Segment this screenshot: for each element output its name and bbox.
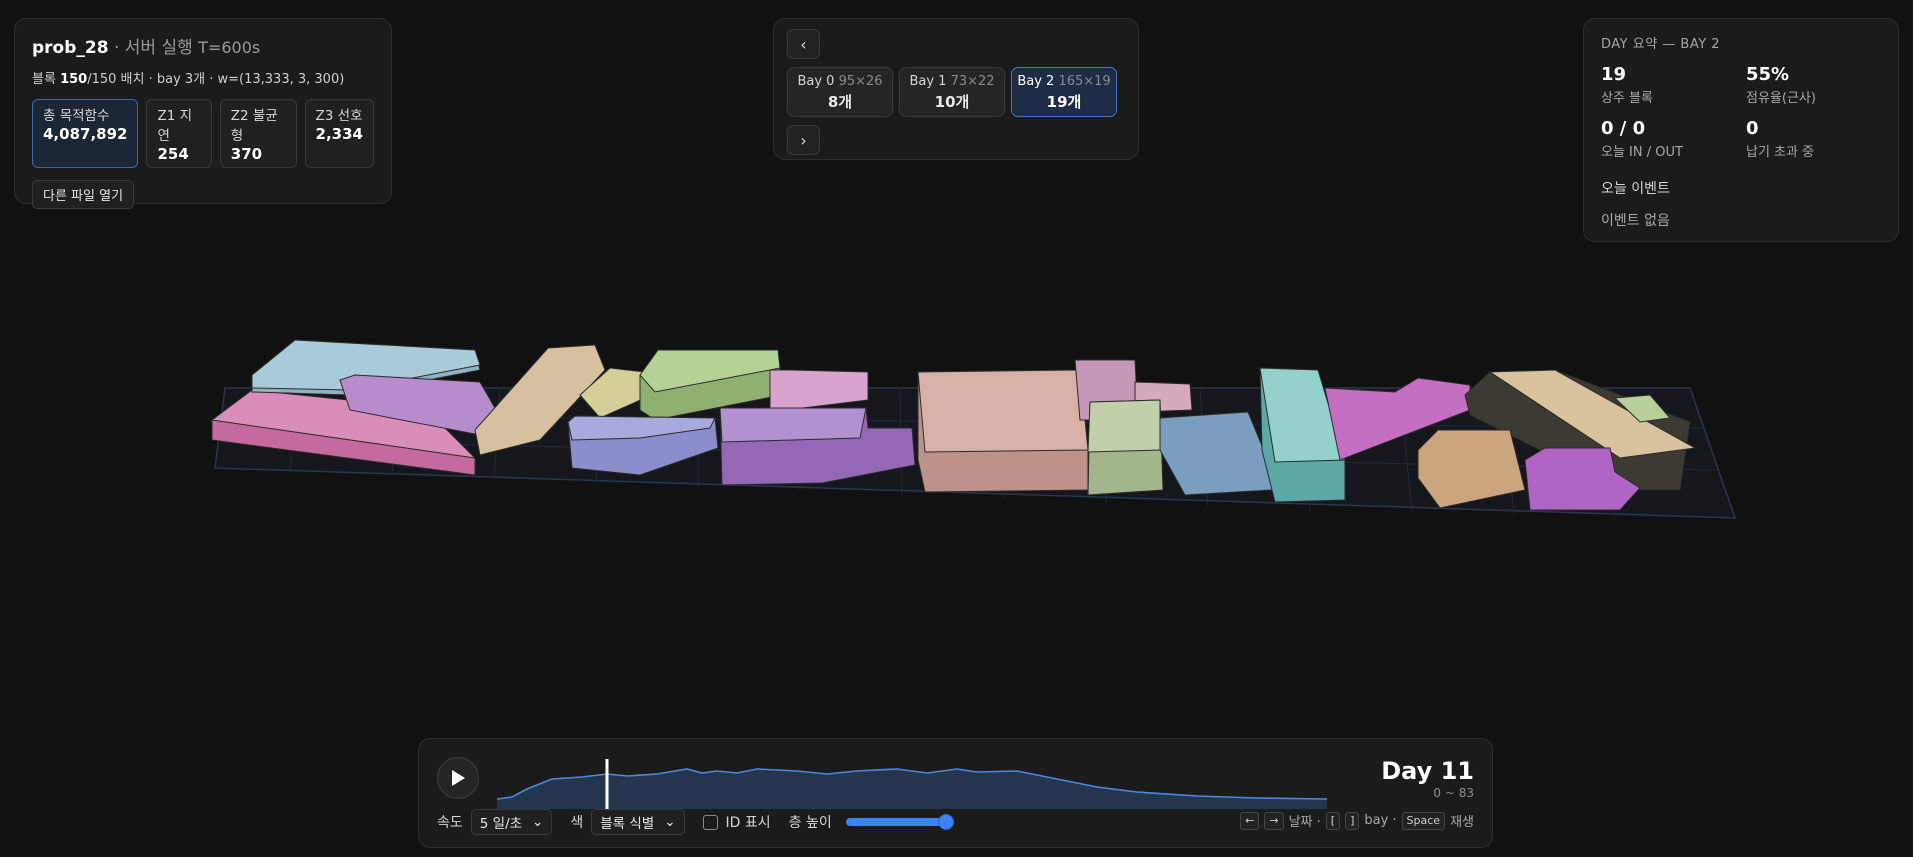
stat-label: Z1 지연 bbox=[157, 108, 193, 144]
prev-bay-button[interactable]: ‹ bbox=[787, 29, 820, 59]
run-info-panel: prob_28 · 서버 실행 T=600s 블록 150/150 배치 · b… bbox=[14, 18, 392, 209]
play-icon bbox=[452, 770, 465, 786]
color-label: 색 bbox=[570, 815, 584, 831]
metric-label: 점유율(근사) bbox=[1746, 91, 1816, 106]
bracket-close-key: ] bbox=[1345, 811, 1360, 830]
id-toggle-label: ID 표시 bbox=[725, 815, 771, 831]
blocks-label: 블록 bbox=[32, 72, 56, 87]
summary-title: DAY 요약 — BAY 2 bbox=[1601, 37, 1721, 52]
bay-2-button[interactable]: Bay 2 165×19 19개 bbox=[1011, 67, 1117, 117]
color-mode-select[interactable]: 블록 식별 ⌄ bbox=[591, 809, 685, 835]
objective-stats: 총 목적함수 4,087,892 Z1 지연 254 Z2 불균형 370 Z3… bbox=[32, 99, 374, 168]
next-bay-button[interactable]: › bbox=[787, 125, 820, 155]
playback-controls: 속도 5 일/초 ⌄ 색 블록 식별 ⌄ ID 표시 층 높이 bbox=[437, 809, 954, 835]
stat-z1-delay[interactable]: Z1 지연 254 bbox=[146, 99, 212, 168]
bay-count: 19개 bbox=[1046, 93, 1082, 111]
stat-label: Z2 불균형 bbox=[230, 108, 278, 144]
bay-name: Bay 0 bbox=[797, 74, 835, 89]
bay-0-button[interactable]: Bay 0 95×26 8개 bbox=[787, 67, 893, 117]
bay-count: 8개 bbox=[827, 93, 853, 111]
events-heading: 오늘 이벤트 bbox=[1601, 181, 1670, 197]
open-file-button[interactable]: 다른 파일 열기 bbox=[32, 180, 135, 209]
day-cursor[interactable] bbox=[605, 759, 609, 809]
timeline-panel: Day 11 0 ~ 83 속도 5 일/초 ⌄ 색 블록 식별 ⌄ ID 표시… bbox=[418, 738, 1493, 848]
current-day: Day 11 bbox=[1381, 757, 1474, 785]
stat-value: 370 bbox=[230, 145, 263, 163]
stat-z3-preference[interactable]: Z3 선호 2,334 bbox=[304, 99, 374, 168]
bracket-open-key: [ bbox=[1325, 811, 1341, 830]
space-key: Space bbox=[1401, 811, 1446, 830]
stat-value: 4,087,892 bbox=[43, 125, 128, 143]
stat-value: 254 bbox=[157, 145, 189, 163]
stat-label: 총 목적함수 bbox=[43, 108, 110, 124]
blocks-total: /150 배치 · bay 3개 · w=(13,333, 3, 300) bbox=[87, 72, 345, 87]
metric-label: 상주 블록 bbox=[1601, 91, 1653, 106]
id-toggle-checkbox[interactable] bbox=[702, 814, 718, 830]
play-hint: 재생 bbox=[1450, 815, 1474, 830]
metric-label: 오늘 IN / OUT bbox=[1601, 145, 1683, 160]
bay-hint: bay · bbox=[1364, 813, 1397, 828]
bay-name: Bay 2 bbox=[1017, 74, 1055, 89]
placement-meta: 블록 150/150 배치 · bay 3개 · w=(13,333, 3, 3… bbox=[32, 68, 374, 87]
time-limit: T=600s bbox=[198, 38, 261, 57]
speed-select[interactable]: 5 일/초 ⌄ bbox=[470, 809, 553, 835]
layer-height-slider[interactable] bbox=[845, 814, 954, 830]
summary-metrics: 19 상주 블록 55% 점유율(근사) 0 / 0 오늘 IN / OUT 0… bbox=[1601, 64, 1881, 160]
bay-dims: 95×26 bbox=[838, 74, 883, 89]
stat-label: Z3 선호 bbox=[315, 108, 363, 124]
day-hint: 날짜 · bbox=[1288, 815, 1321, 830]
slider-thumb[interactable] bbox=[937, 814, 954, 830]
metric-value: 0 / 0 bbox=[1601, 118, 1646, 139]
chevron-down-icon: ⌄ bbox=[664, 814, 676, 830]
left-key: ← bbox=[1240, 811, 1260, 830]
metric-occupancy: 55% 점유율(근사) bbox=[1746, 64, 1886, 106]
run-title: prob_28 · 서버 실행 T=600s bbox=[32, 38, 261, 58]
run-label: 서버 실행 bbox=[124, 38, 193, 58]
bay-dims: 165×19 bbox=[1058, 74, 1111, 89]
stat-value: 2,334 bbox=[315, 125, 363, 143]
speed-label: 속도 bbox=[437, 815, 463, 831]
bay-count: 10개 bbox=[934, 93, 970, 111]
metric-value: 19 bbox=[1601, 64, 1627, 85]
stat-z2-imbalance[interactable]: Z2 불균형 370 bbox=[219, 99, 297, 168]
color-value: 블록 식별 bbox=[600, 816, 655, 832]
day-range: 0 ~ 83 bbox=[1433, 786, 1474, 800]
activity-sparkline[interactable] bbox=[497, 749, 1327, 809]
chevron-down-icon: ⌄ bbox=[532, 814, 544, 830]
metric-resident: 19 상주 블록 bbox=[1601, 64, 1746, 106]
metric-value: 55% bbox=[1746, 64, 1790, 85]
bay-list: Bay 0 95×26 8개 Bay 1 73×22 10개 Bay 2 165… bbox=[787, 67, 1125, 117]
keyboard-hints: ← → 날짜 · [] bay · Space 재생 bbox=[1240, 811, 1474, 830]
stat-total-objective[interactable]: 총 목적함수 4,087,892 bbox=[32, 99, 139, 168]
metric-overdue: 0 납기 초과 중 bbox=[1746, 118, 1886, 160]
bay-1-button[interactable]: Bay 1 73×22 10개 bbox=[899, 67, 1005, 117]
blocks-placed: 150 bbox=[60, 72, 88, 87]
play-button[interactable] bbox=[437, 757, 479, 799]
speed-value: 5 일/초 bbox=[479, 816, 523, 832]
bay-name: Bay 1 bbox=[909, 74, 947, 89]
metric-in-out: 0 / 0 오늘 IN / OUT bbox=[1601, 118, 1746, 160]
bay-selector-panel: ‹ Bay 0 95×26 8개 Bay 1 73×22 10개 Bay 2 1… bbox=[773, 18, 1139, 160]
bay-3d-view[interactable] bbox=[0, 300, 1913, 540]
day-summary-panel: DAY 요약 — BAY 2 19 상주 블록 55% 점유율(근사) 0 / … bbox=[1583, 18, 1899, 242]
height-label: 층 높이 bbox=[788, 815, 832, 831]
events-empty: 이벤트 없음 bbox=[1601, 213, 1670, 229]
metric-value: 0 bbox=[1746, 118, 1759, 139]
right-key: → bbox=[1264, 811, 1284, 830]
bay-dims: 73×22 bbox=[950, 74, 995, 89]
problem-name: prob_28 bbox=[32, 38, 109, 58]
metric-label: 납기 초과 중 bbox=[1746, 145, 1815, 160]
